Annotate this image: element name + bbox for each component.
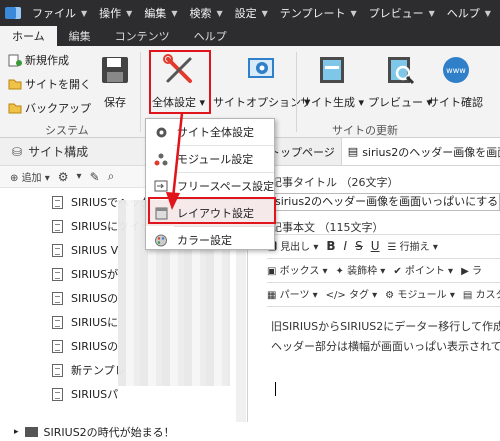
- annotation-arrow: [166, 112, 184, 210]
